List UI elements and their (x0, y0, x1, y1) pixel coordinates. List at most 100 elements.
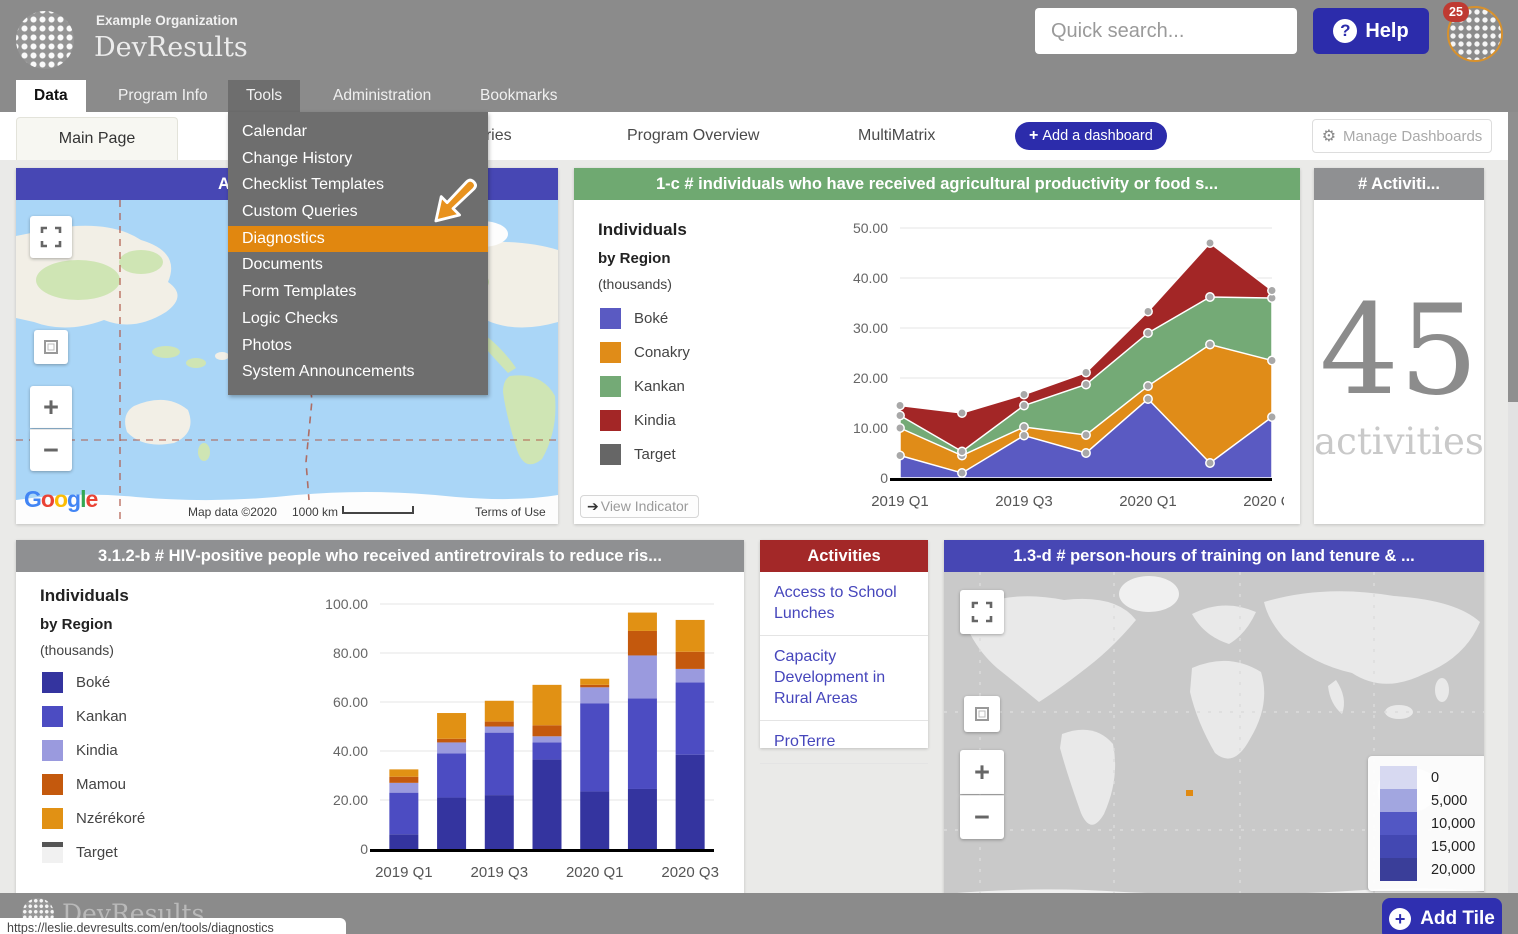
map-frame-button[interactable] (964, 696, 1000, 732)
svg-text:2020 Q1: 2020 Q1 (1119, 493, 1177, 510)
bar-chart-title: 3.1.2-b # HIV-positive people who receiv… (16, 540, 744, 572)
legend-item: Target (600, 444, 676, 465)
legend-swatch (42, 672, 63, 693)
activity-link[interactable]: Access to School Lunches (760, 572, 928, 636)
svg-text:40.00: 40.00 (853, 270, 888, 286)
legend-target-swatch (42, 842, 63, 863)
menu-item-logic-checks[interactable]: Logic Checks (228, 306, 488, 333)
plus-circle-icon: + (1389, 908, 1412, 930)
svg-text:2019 Q1: 2019 Q1 (375, 864, 433, 881)
menu-item-system-announcements[interactable]: System Announcements (228, 359, 488, 386)
choropleth-legend-row: 0 (1380, 766, 1475, 789)
dashboard-tab-multimatrix[interactable]: MultiMatrix (858, 112, 935, 160)
svg-text:20.00: 20.00 (853, 370, 888, 386)
notification-badge: 25 (1443, 2, 1469, 22)
search-input[interactable] (1035, 19, 1316, 43)
org-name: Example Organization (96, 13, 238, 28)
svg-text:2020 Q3: 2020 Q3 (661, 864, 719, 881)
map-scale-label: 1000 km (292, 505, 339, 519)
svg-text:20.00: 20.00 (333, 792, 368, 808)
tools-dropdown-menu: Calendar Change History Checklist Templa… (228, 112, 488, 395)
dashboard-tab-main-page[interactable]: Main Page (16, 117, 178, 160)
menu-item-calendar[interactable]: Calendar (228, 119, 488, 146)
plus-icon: + (1029, 127, 1039, 144)
scrollbar-thumb[interactable] (1508, 112, 1518, 402)
map-frame-button[interactable] (34, 330, 68, 364)
activity-link[interactable]: ProTerre (760, 721, 928, 764)
legend-item: Target (42, 842, 118, 863)
add-dashboard-label: Add a dashboard (1042, 128, 1153, 144)
svg-text:10.00: 10.00 (853, 420, 888, 436)
bar-legend-units: (thousands) (40, 642, 114, 658)
add-tile-button[interactable]: + Add Tile (1382, 898, 1502, 934)
activity-count-value: 45 (1319, 278, 1479, 423)
svg-text:0: 0 (880, 470, 888, 486)
menu-item-photos[interactable]: Photos (228, 333, 488, 360)
fullscreen-icon (40, 226, 62, 248)
svg-text:2019 Q1: 2019 Q1 (871, 493, 929, 510)
activity-count-title: # Activiti... (1314, 168, 1484, 200)
activity-link[interactable]: Capacity Development in Rural Areas (760, 636, 928, 721)
svg-text:80.00: 80.00 (333, 645, 368, 661)
add-dashboard-button[interactable]: + Add a dashboard (1015, 122, 1167, 150)
legend-swatch (600, 376, 621, 397)
help-button[interactable]: ? Help (1313, 8, 1429, 54)
fullscreen-button[interactable] (960, 590, 1004, 634)
legend-swatch (42, 740, 63, 761)
svg-text:40.00: 40.00 (333, 743, 368, 759)
legend-swatch (1380, 766, 1417, 789)
map-terms-link[interactable]: Terms of Use (475, 505, 546, 519)
legend-item: Kankan (600, 376, 685, 397)
zoom-out-button[interactable]: − (960, 795, 1004, 839)
svg-text:30.00: 30.00 (853, 320, 888, 336)
tile-activity-count: # Activiti... 45 activities (1314, 168, 1484, 524)
nav-tab-program-info[interactable]: Program Info (100, 80, 226, 112)
activity-count-unit: activities (1314, 420, 1484, 463)
legend-item: Boké (42, 672, 110, 693)
stacked-bar-chart: 100.00 80.00 60.00 40.00 20.00 0 2019 Q1 2019 Q… (325, 596, 719, 881)
nav-tab-bookmarks[interactable]: Bookmarks (462, 80, 576, 112)
legend-item: Kindia (600, 410, 676, 431)
bar-legend-title: Individuals (40, 586, 129, 605)
zoom-out-button[interactable]: − (30, 429, 72, 471)
view-indicator-button[interactable]: ➔View Indicator (580, 495, 700, 518)
legend-swatch (600, 342, 621, 363)
legend-item: Kankan (42, 706, 127, 727)
choropleth-map-title: 1.3-d # person-hours of training on land… (944, 540, 1484, 572)
help-icon: ? (1333, 19, 1358, 43)
legend-swatch (1380, 835, 1417, 858)
nav-tab-data[interactable]: Data (16, 80, 86, 112)
legend-swatch (600, 410, 621, 431)
dashboard-tab-program-overview[interactable]: Program Overview (627, 112, 759, 160)
fullscreen-button[interactable] (30, 216, 72, 258)
frame-icon (44, 340, 58, 354)
scrollbar[interactable] (1508, 112, 1518, 934)
legend-item: Kindia (42, 740, 118, 761)
help-label: Help (1365, 19, 1409, 42)
map-attribution: Map data ©2020 (188, 505, 277, 519)
svg-text:2020 Q1: 2020 Q1 (566, 864, 624, 881)
legend-swatch (42, 774, 63, 795)
zoom-in-button[interactable]: + (30, 386, 72, 428)
devresults-logo-icon (16, 11, 74, 69)
quick-search (1035, 8, 1338, 54)
nav-tab-administration[interactable]: Administration (315, 80, 449, 112)
legend-swatch (600, 444, 621, 465)
menu-item-form-templates[interactable]: Form Templates (228, 279, 488, 306)
browser-status-url: https://leslie.devresults.com/en/tools/d… (0, 918, 346, 934)
tile-bar-chart: 3.1.2-b # HIV-positive people who receiv… (16, 540, 744, 930)
choropleth-map[interactable]: + − 0 5,000 10,000 15,000 20,000 ➔View I… (944, 572, 1484, 920)
map-scale-bar (342, 506, 414, 514)
choropleth-legend-row: 10,000 (1380, 812, 1475, 835)
legend-item: Mamou (42, 774, 126, 795)
menu-item-change-history[interactable]: Change History (228, 146, 488, 173)
tile-choropleth-map: 1.3-d # person-hours of training on land… (944, 540, 1484, 920)
manage-dashboards-button[interactable]: ⚙ Manage Dashboards (1312, 119, 1492, 153)
menu-item-documents[interactable]: Documents (228, 252, 488, 279)
cursor-arrow-icon (430, 176, 482, 233)
fullscreen-icon (971, 601, 993, 623)
activities-list-title: Activities (760, 540, 928, 572)
legend-swatch (600, 308, 621, 329)
nav-tab-tools[interactable]: Tools (228, 80, 301, 112)
zoom-in-button[interactable]: + (960, 750, 1004, 794)
